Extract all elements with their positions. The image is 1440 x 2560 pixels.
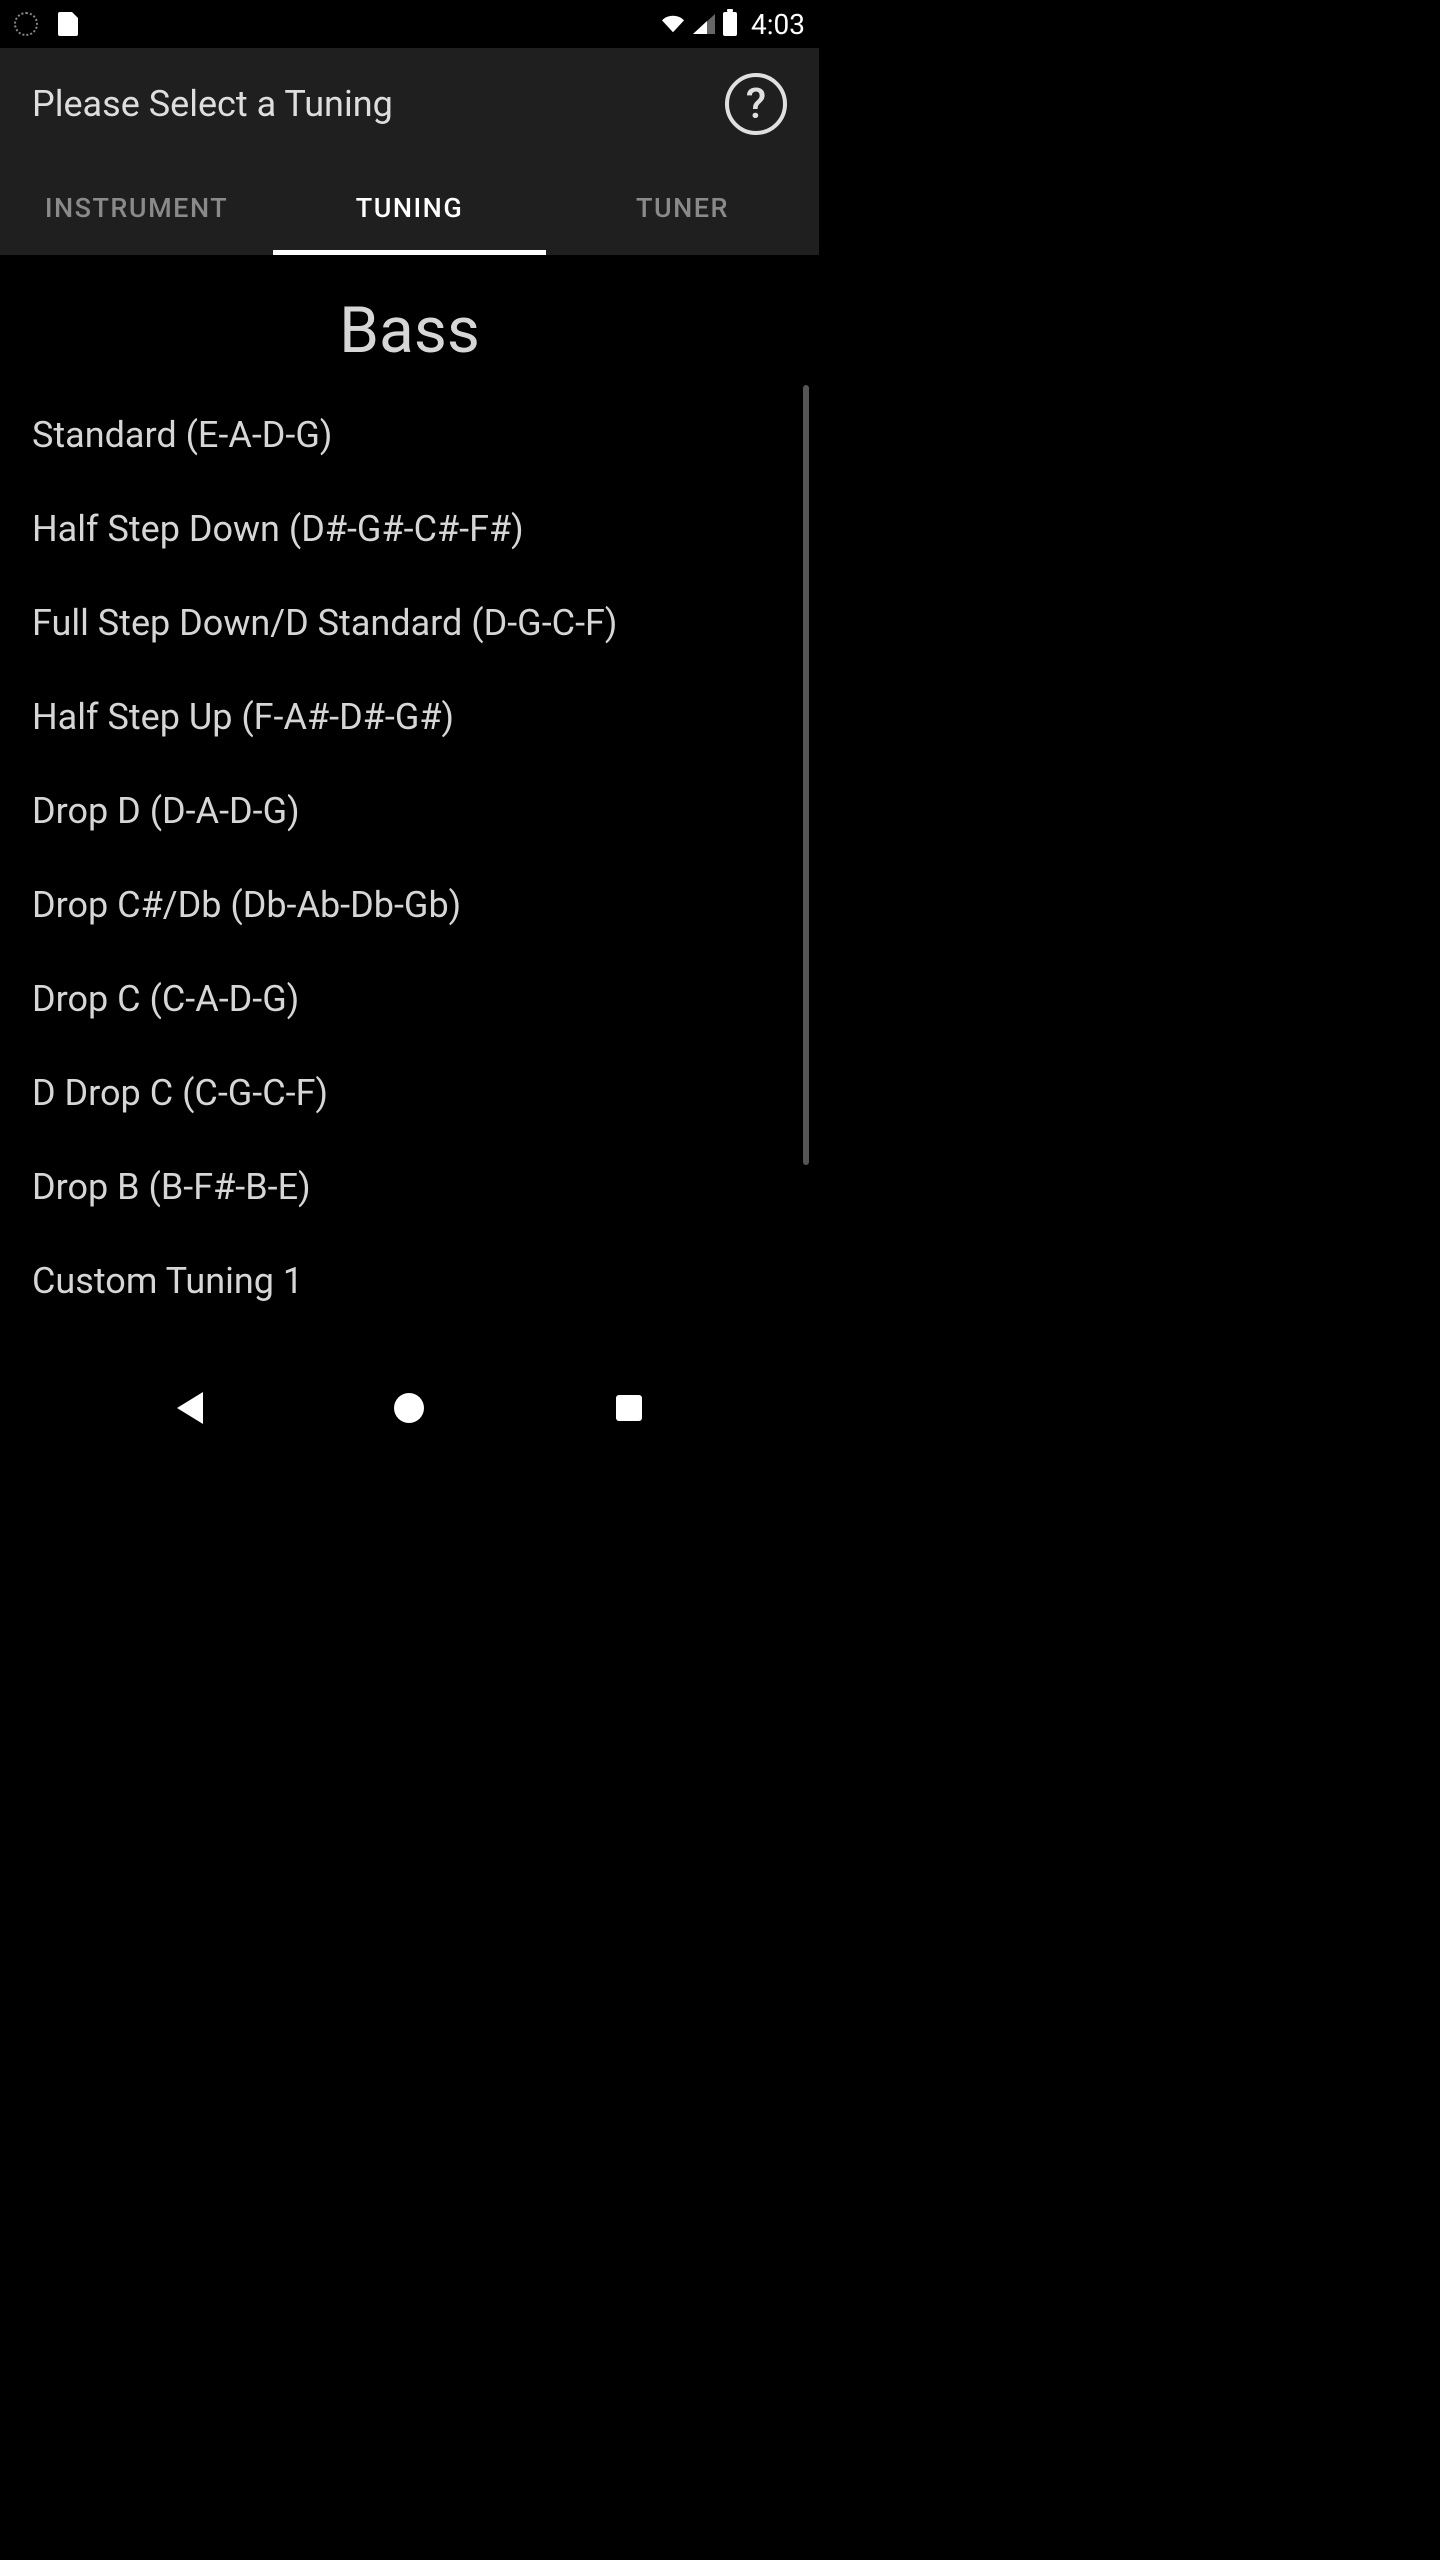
- tuning-option[interactable]: Drop C#/Db (Db-Ab-Db-Gb): [32, 858, 787, 952]
- tuning-option[interactable]: Drop D (D-A-D-G): [32, 764, 787, 858]
- status-time: 4:03: [751, 8, 805, 41]
- help-button[interactable]: ?: [725, 73, 787, 135]
- android-nav-bar: [0, 1360, 819, 1456]
- wifi-icon: [661, 12, 685, 36]
- tuning-option[interactable]: Drop B (B-F#-B-E): [32, 1140, 787, 1234]
- tuning-option[interactable]: Half Step Down (D#-G#-C#-F#): [32, 482, 787, 576]
- nav-home-button[interactable]: [389, 1388, 429, 1428]
- title-row: Please Select a Tuning ?: [0, 48, 819, 160]
- tuning-option[interactable]: D Drop C (C-G-C-F): [32, 1046, 787, 1140]
- tuning-option[interactable]: Custom Tuning 1: [32, 1234, 787, 1328]
- tabs-row: INSTRUMENT TUNING TUNER: [0, 160, 819, 255]
- tuning-option[interactable]: Half Step Up (F-A#-D#-G#): [32, 670, 787, 764]
- status-right-icons: 4:03: [661, 8, 805, 41]
- tab-tuner[interactable]: TUNER: [546, 160, 819, 255]
- android-status-bar: 4:03: [0, 0, 819, 48]
- tuning-option[interactable]: Standard (E-A-D-G): [32, 388, 787, 482]
- tuning-option[interactable]: Drop C (C-A-D-G): [32, 952, 787, 1046]
- page-title: Please Select a Tuning: [32, 83, 393, 125]
- loading-icon: [14, 12, 38, 36]
- app-header: Please Select a Tuning ? INSTRUMENT TUNI…: [0, 48, 819, 255]
- battery-icon: [723, 12, 737, 36]
- nav-recent-button[interactable]: [609, 1388, 649, 1428]
- sd-card-icon: [56, 12, 80, 36]
- tab-tuning[interactable]: TUNING: [273, 160, 546, 255]
- status-left-icons: [14, 12, 80, 36]
- scrollbar[interactable]: [803, 385, 809, 1165]
- signal-icon: [693, 14, 715, 34]
- tunings-list: Standard (E-A-D-G) Half Step Down (D#-G#…: [0, 388, 819, 1360]
- instrument-section-title: Bass: [0, 255, 819, 388]
- tuning-option[interactable]: Custom Tuning 2: [32, 1328, 787, 1360]
- tab-instrument[interactable]: INSTRUMENT: [0, 160, 273, 255]
- nav-back-button[interactable]: [170, 1388, 210, 1428]
- tuning-option[interactable]: Full Step Down/D Standard (D-G-C-F): [32, 576, 787, 670]
- content-area: Bass Standard (E-A-D-G) Half Step Down (…: [0, 255, 819, 1360]
